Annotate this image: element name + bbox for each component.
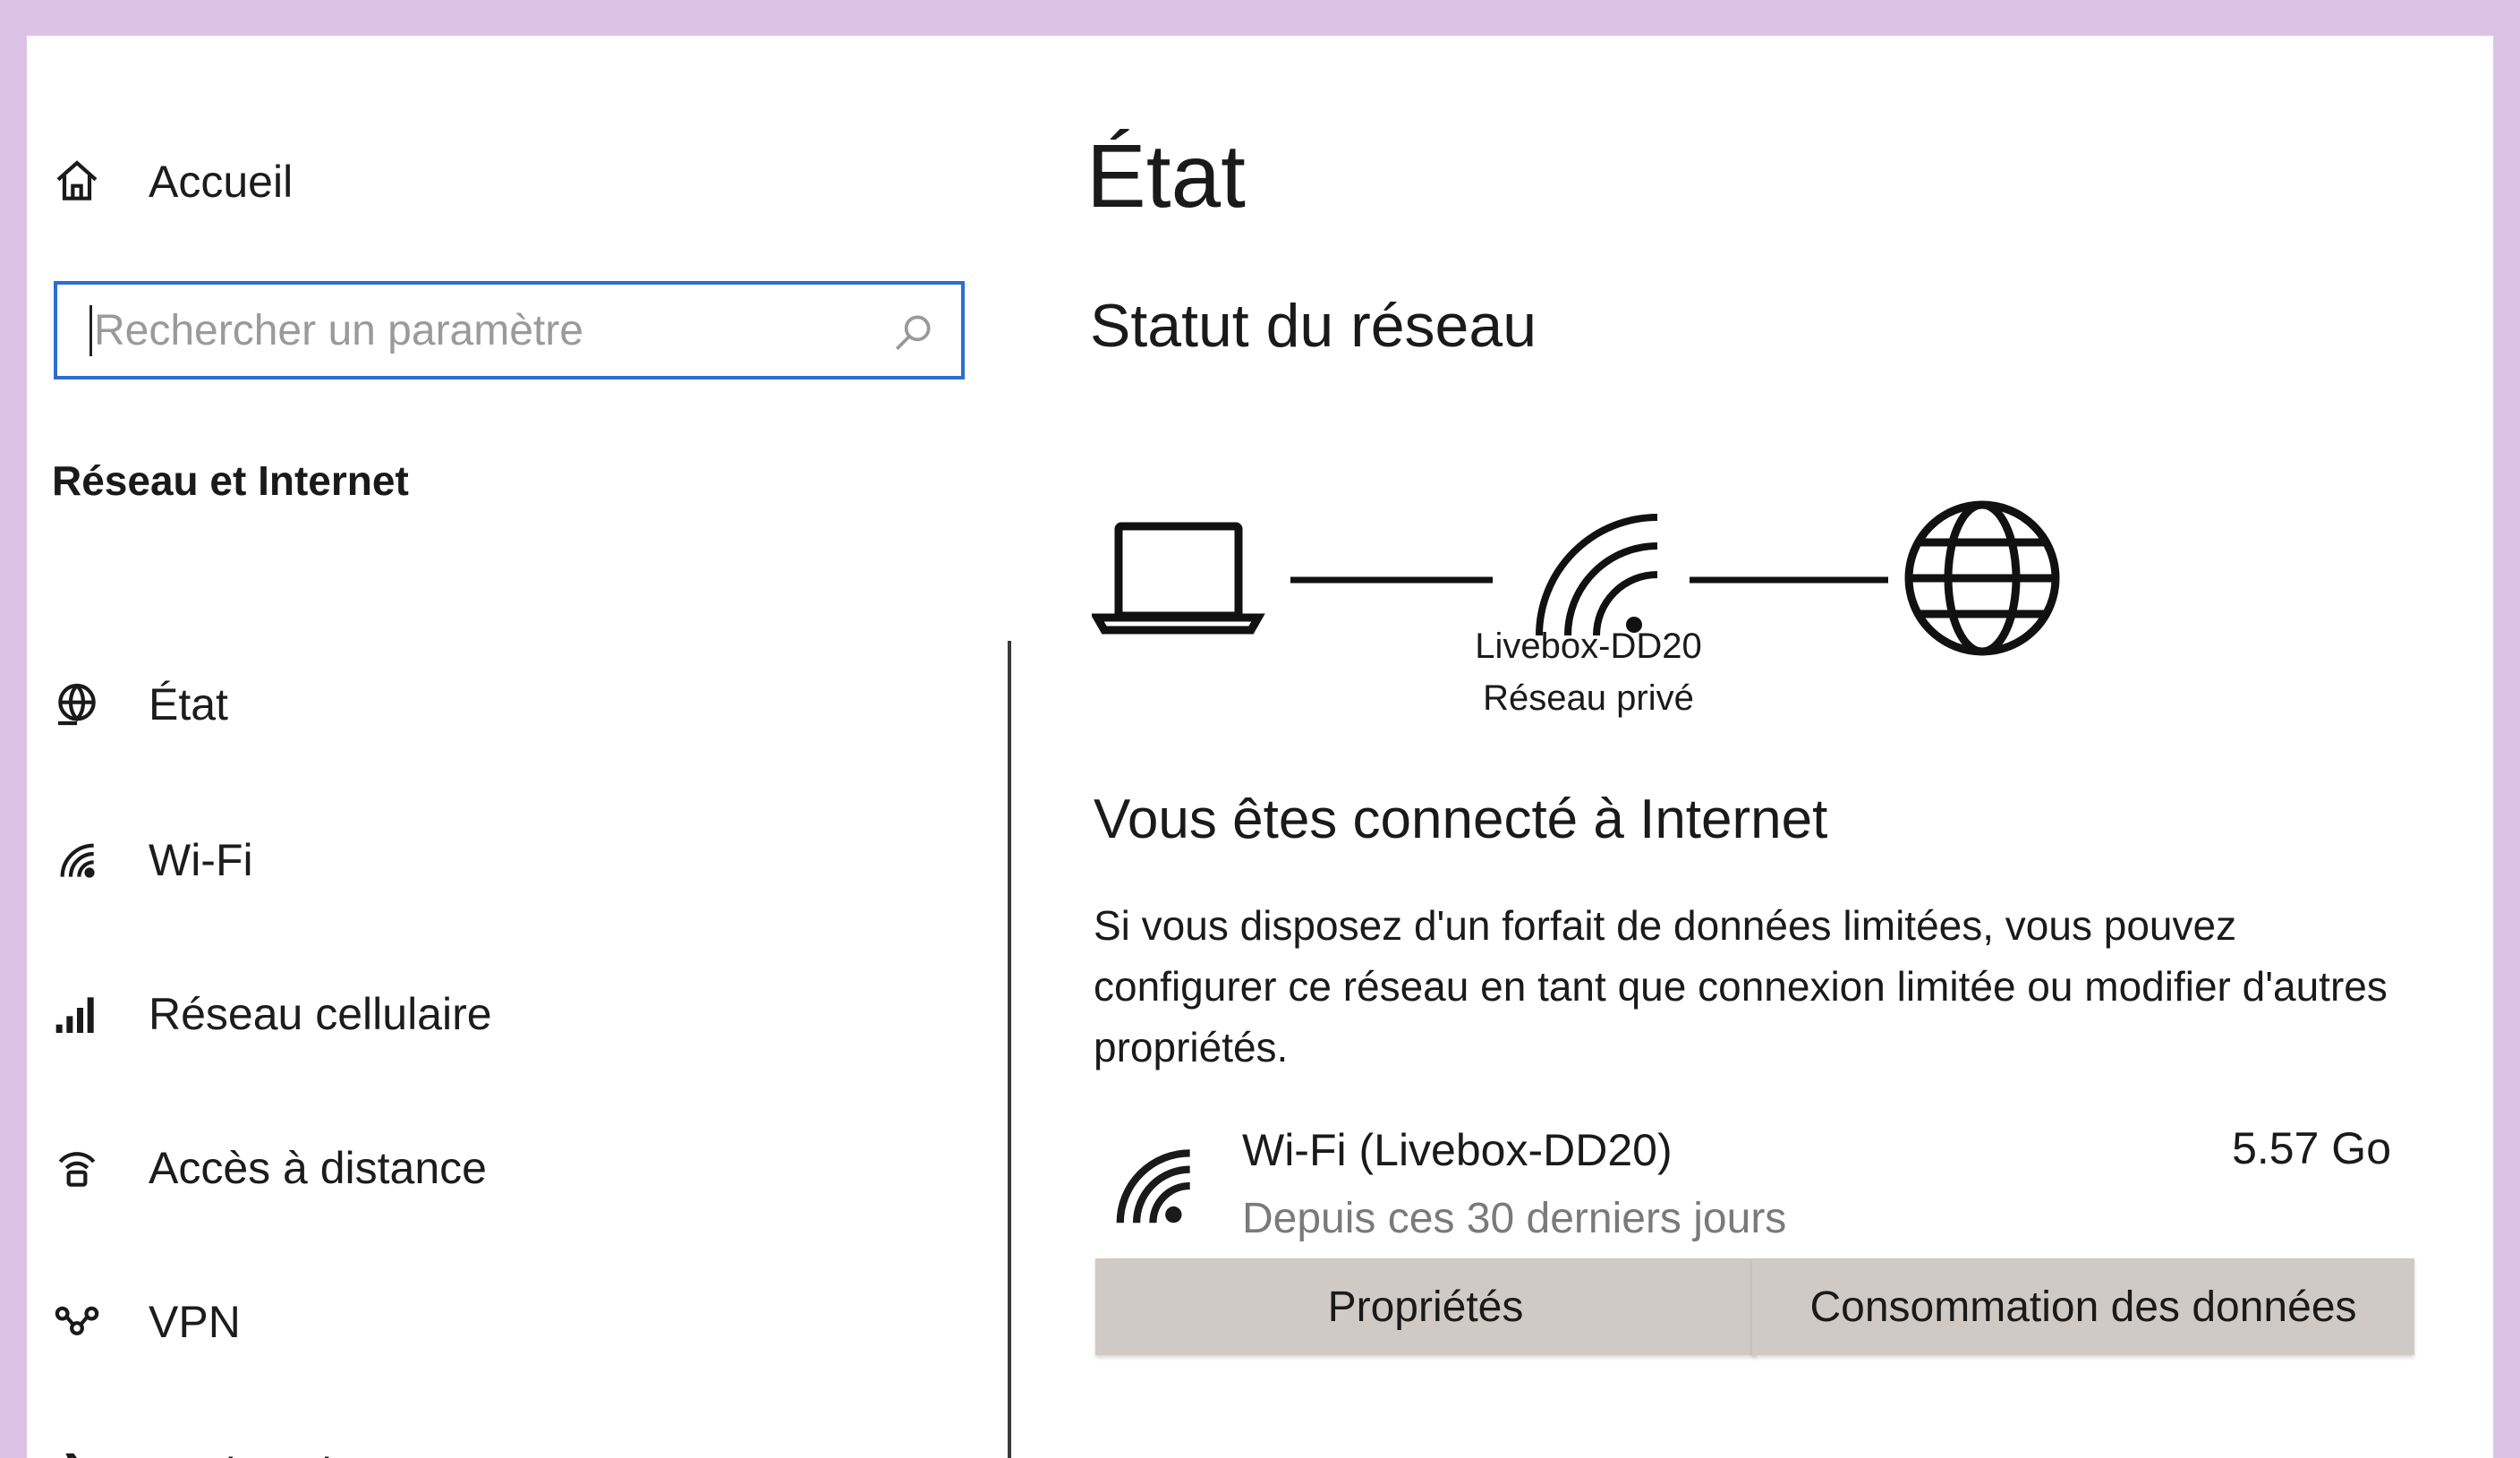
search-input[interactable] [89, 304, 883, 356]
page-title: État [1086, 126, 1246, 226]
globe-status-icon [50, 678, 104, 731]
sidebar-item-label: Réseau cellulaire [149, 989, 492, 1039]
section-title: Réseau et Internet [52, 457, 409, 504]
connection-description: Si vous disposez d'un forfait de données… [1094, 902, 2388, 1070]
sidebar-item-label: État [149, 679, 228, 729]
connected-title: Vous êtes connecté à Internet [1094, 789, 1828, 850]
search-box[interactable] [54, 281, 965, 379]
wifi-icon [50, 833, 104, 887]
sidebar-item-label: Accès à distance [149, 1143, 487, 1193]
sidebar-item-label: Mode Avion [149, 1448, 381, 1458]
connection-period: Depuis ces 30 derniers jours [1242, 1195, 1787, 1242]
network-type: Réseau privé [1483, 678, 1694, 718]
search-icon[interactable] [891, 310, 936, 354]
dialup-icon [50, 1141, 104, 1195]
globe-icon [1904, 500, 2060, 656]
pane-divider [1008, 641, 1011, 1458]
sidebar-item-vpn[interactable]: VPN [50, 1282, 945, 1362]
sidebar-item-label: Wi-Fi [149, 835, 253, 885]
home-nav-item[interactable]: Accueil [50, 141, 945, 222]
home-icon [50, 155, 104, 209]
settings-window: Accueil Réseau et Internet État Wi-Fi [27, 36, 2493, 1458]
sidebar-item-label: VPN [149, 1297, 241, 1347]
data-usage-amount: 5.57 Go [2232, 1123, 2391, 1173]
connection-name: Wi-Fi (Livebox-DD20) [1242, 1125, 1673, 1175]
airplane-icon [50, 1447, 104, 1458]
wifi-router-icon [1536, 514, 1658, 636]
data-usage-button[interactable]: Consommation des données [1752, 1258, 2414, 1355]
cellular-icon [50, 987, 104, 1041]
properties-button[interactable]: Propriétés [1095, 1258, 1756, 1355]
sidebar-item-dialup[interactable]: Accès à distance [50, 1128, 945, 1208]
sidebar-item-cellular[interactable]: Réseau cellulaire [50, 974, 945, 1054]
sidebar-item-etat[interactable]: État [50, 664, 945, 745]
sidebar-item-wifi[interactable]: Wi-Fi [50, 820, 945, 900]
home-label: Accueil [149, 157, 294, 207]
wifi-connection-icon [1116, 1149, 1190, 1224]
sidebar-item-airplane[interactable]: Mode Avion [50, 1434, 945, 1458]
network-status-heading: Statut du réseau [1090, 292, 1537, 360]
laptop-icon [1092, 522, 1265, 635]
network-name: Livebox-DD20 [1475, 627, 1702, 666]
vpn-icon [50, 1295, 104, 1349]
